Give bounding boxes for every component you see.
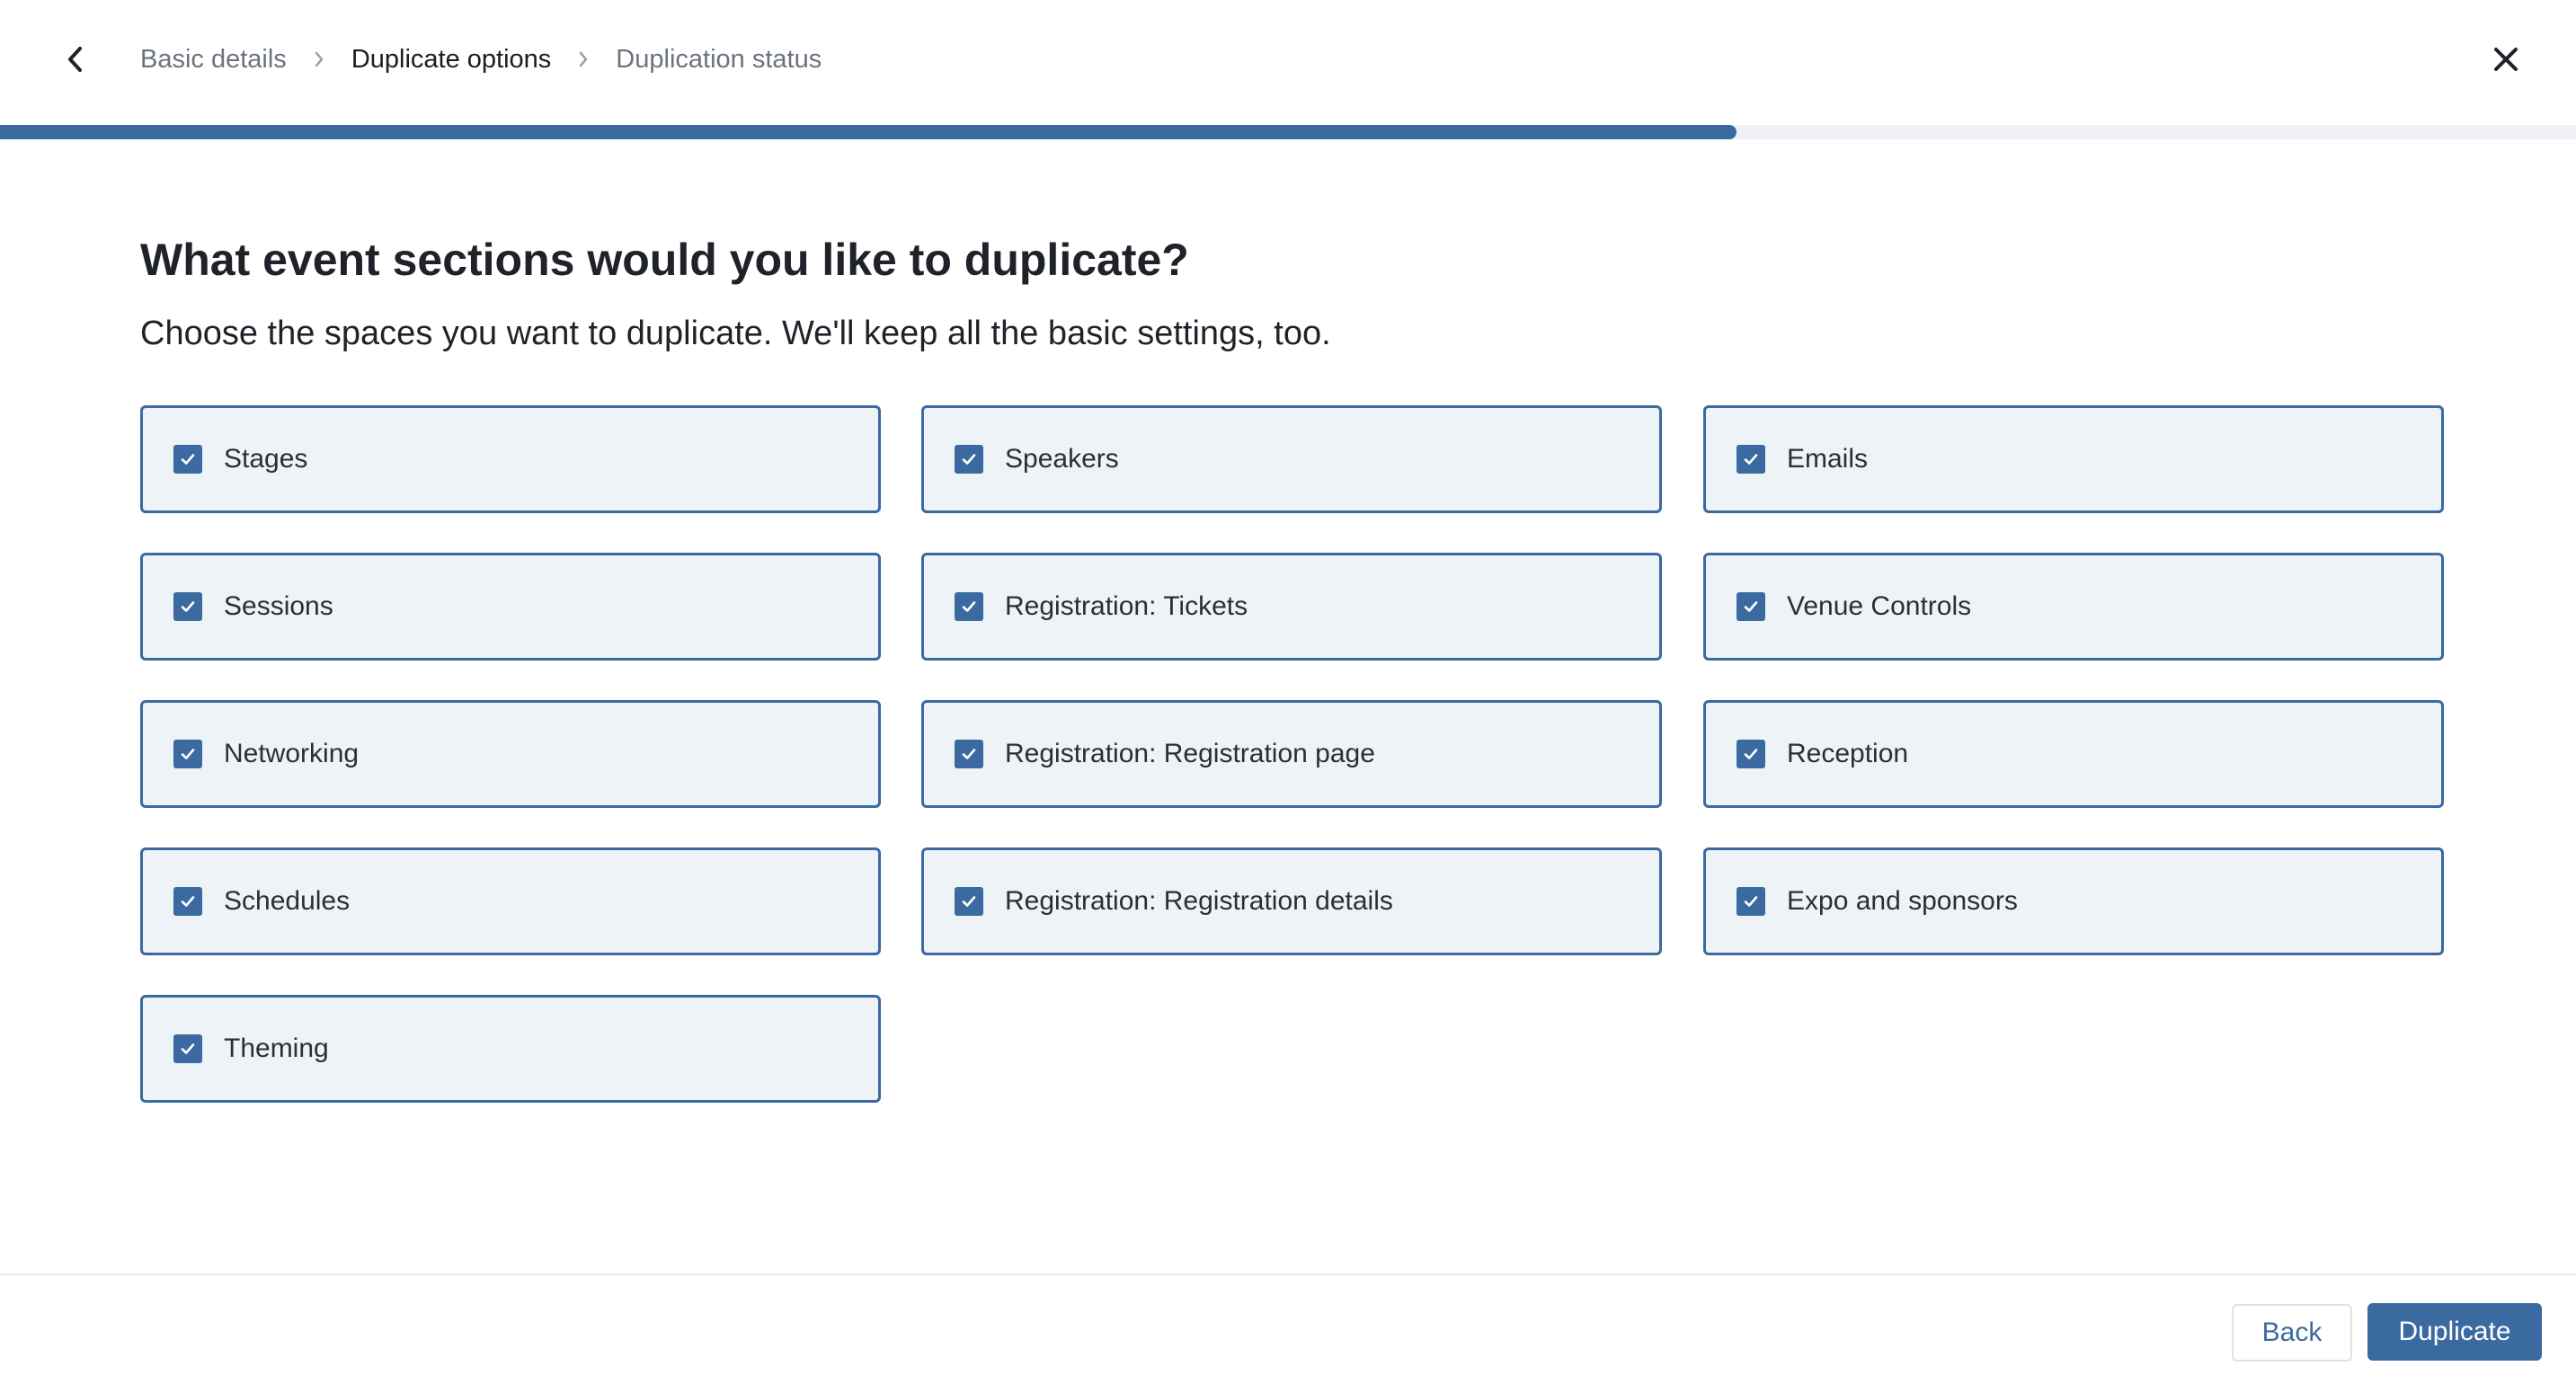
checkbox-checked-icon[interactable] (955, 887, 983, 916)
option-card[interactable]: Theming (140, 995, 881, 1103)
checkbox-checked-icon[interactable] (955, 592, 983, 621)
breadcrumb-duplication-status[interactable]: Duplication status (616, 45, 822, 75)
option-label: Stages (224, 444, 308, 474)
option-card[interactable]: Venue Controls (1703, 553, 2444, 661)
option-label: Sessions (224, 591, 333, 621)
chevron-left-icon[interactable] (59, 41, 92, 77)
option-label: Registration: Tickets (1005, 591, 1248, 621)
option-label: Networking (224, 739, 360, 768)
option-label: Schedules (224, 886, 351, 916)
option-card[interactable]: Stages (140, 405, 881, 513)
checkbox-checked-icon[interactable] (173, 740, 202, 768)
option-label: Expo and sponsors (1787, 886, 2018, 916)
page-subtitle: Choose the spaces you want to duplicate.… (140, 315, 1331, 352)
option-label: Reception (1787, 739, 1909, 768)
option-label: Registration: Registration details (1005, 886, 1393, 916)
option-label: Registration: Registration page (1005, 739, 1375, 768)
option-label: Speakers (1005, 444, 1119, 474)
option-label: Theming (224, 1034, 329, 1063)
option-label: Venue Controls (1787, 591, 1972, 621)
option-card[interactable]: Registration: Registration details (921, 847, 1662, 955)
footer-divider (0, 1273, 2576, 1275)
chevron-right-icon (578, 50, 589, 68)
duplicate-button[interactable]: Duplicate (2367, 1303, 2542, 1361)
progress-bar (0, 125, 2576, 139)
chevron-right-icon (314, 50, 324, 68)
progress-bar-fill (0, 125, 1737, 139)
option-card[interactable]: Expo and sponsors (1703, 847, 2444, 955)
option-card[interactable]: Sessions (140, 553, 881, 661)
breadcrumb-duplicate-options[interactable]: Duplicate options (351, 45, 551, 75)
option-card[interactable]: Reception (1703, 700, 2444, 808)
checkbox-checked-icon[interactable] (1737, 445, 1765, 474)
checkbox-checked-icon[interactable] (1737, 740, 1765, 768)
breadcrumb-basic-details[interactable]: Basic details (140, 45, 287, 75)
checkbox-checked-icon[interactable] (1737, 887, 1765, 916)
checkbox-checked-icon[interactable] (173, 1034, 202, 1063)
option-card[interactable]: Networking (140, 700, 881, 808)
page-title: What event sections would you like to du… (140, 235, 1189, 285)
wizard-header: Basic details Duplicate options Duplicat… (0, 0, 2576, 120)
checkbox-checked-icon[interactable] (955, 445, 983, 474)
option-card[interactable]: Registration: Registration page (921, 700, 1662, 808)
option-card[interactable]: Registration: Tickets (921, 553, 1662, 661)
option-card[interactable]: Speakers (921, 405, 1662, 513)
checkbox-checked-icon[interactable] (1737, 592, 1765, 621)
checkbox-checked-icon[interactable] (173, 445, 202, 474)
option-card[interactable]: Emails (1703, 405, 2444, 513)
checkbox-checked-icon[interactable] (173, 592, 202, 621)
option-label: Emails (1787, 444, 1869, 474)
back-button[interactable]: Back (2232, 1304, 2352, 1362)
checkbox-checked-icon[interactable] (955, 740, 983, 768)
checkbox-checked-icon[interactable] (173, 887, 202, 916)
close-icon[interactable] (2486, 40, 2526, 79)
breadcrumb: Basic details Duplicate options Duplicat… (140, 41, 822, 77)
option-card[interactable]: Schedules (140, 847, 881, 955)
